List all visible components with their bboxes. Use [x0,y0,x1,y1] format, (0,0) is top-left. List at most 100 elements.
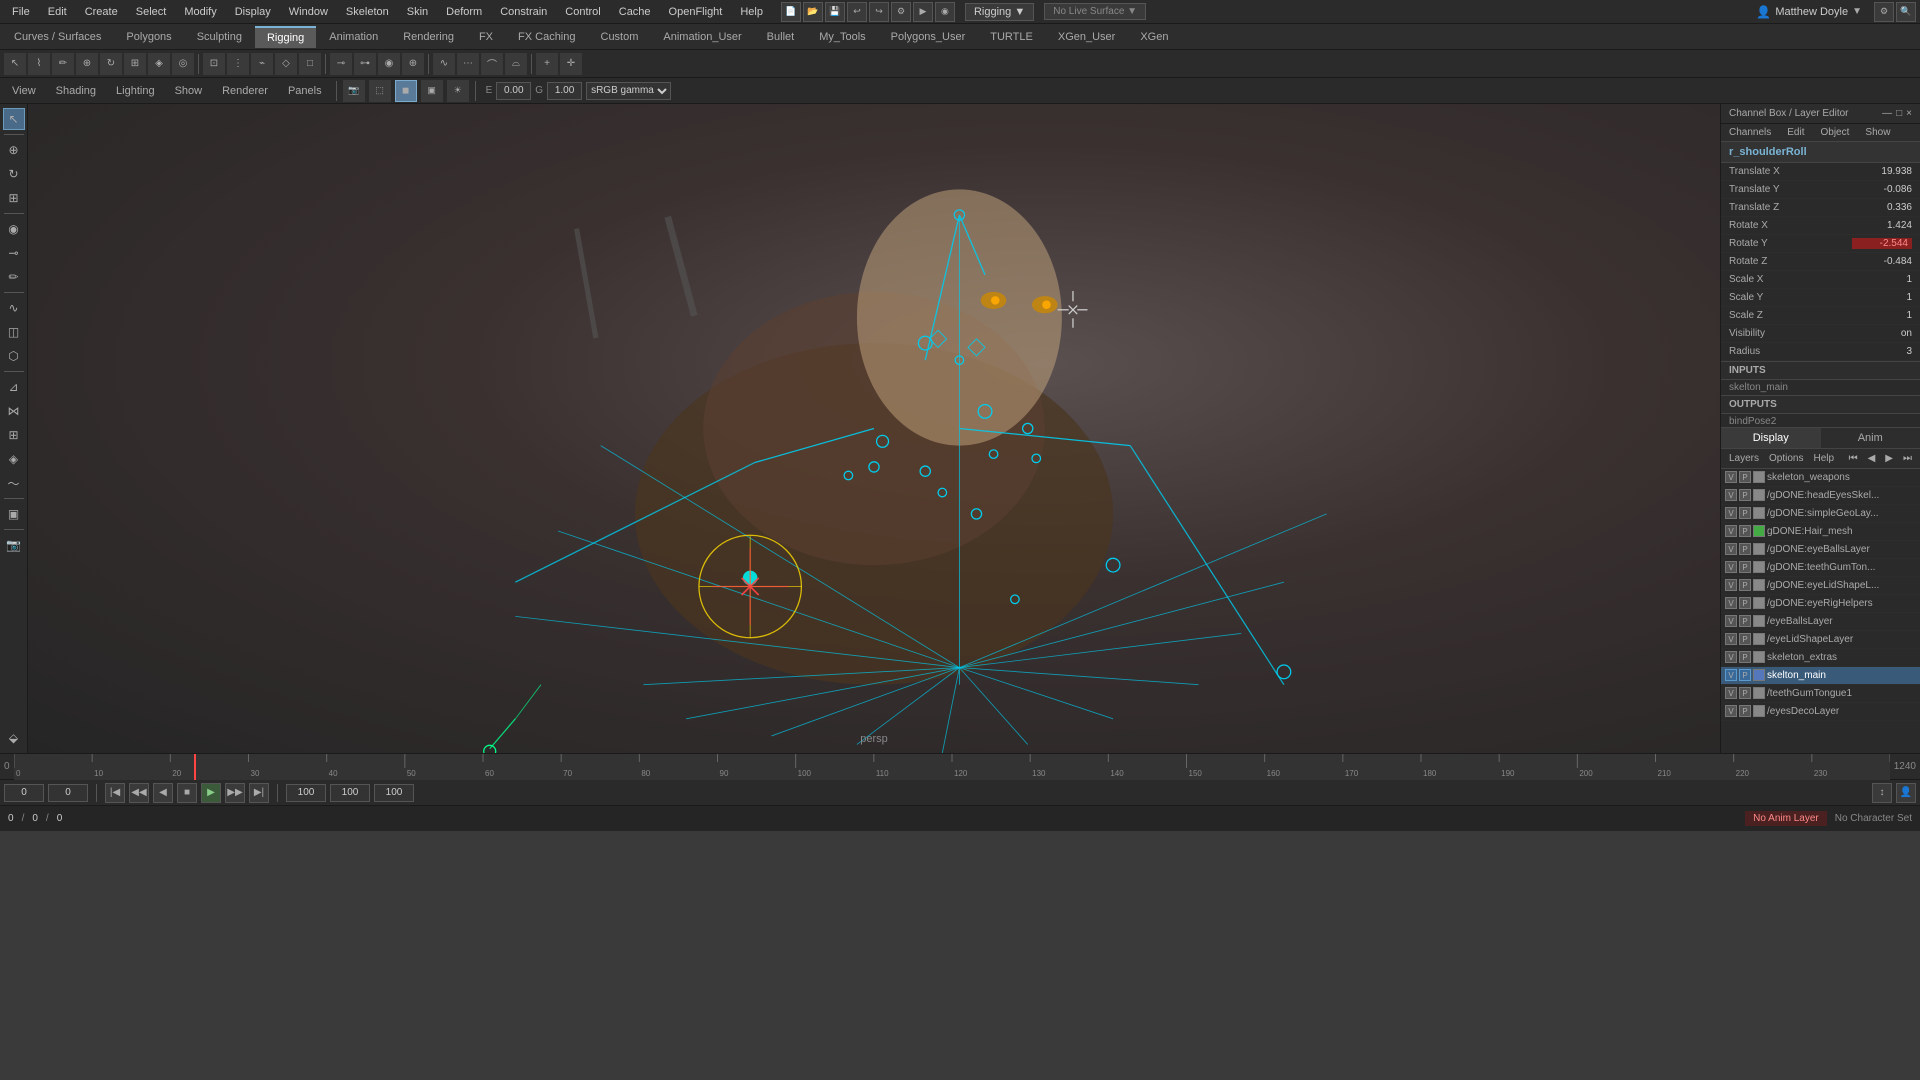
snap-curve[interactable]: ⌁ [251,53,273,75]
tab-polygons-user[interactable]: Polygons_User [879,27,978,47]
vp-renderer[interactable]: Renderer [214,83,276,99]
layer-v-btn-1[interactable]: V [1725,489,1737,501]
uv-icon[interactable]: ⬙ [3,727,25,749]
char-set-icon[interactable]: 👤 [1896,783,1916,803]
insert-joint[interactable]: ⊕ [402,53,424,75]
layer-name-5[interactable]: /gDONE:teethGumTon... [1767,562,1916,573]
layer-eyes-deco[interactable]: V P /eyesDecoLayer [1721,703,1920,721]
paint-tool[interactable]: ✏ [52,53,74,75]
status-char-set[interactable]: No Character Set [1835,813,1912,824]
tab-fx-caching[interactable]: FX Caching [506,27,587,47]
soft-mod[interactable]: ◎ [172,53,194,75]
menu-deform[interactable]: Deform [438,4,490,20]
tab-xgen-user[interactable]: XGen_User [1046,27,1127,47]
stop-btn[interactable]: ■ [177,783,197,803]
layer-nav-first[interactable]: ⏮ [1845,451,1862,466]
status-anim-layer[interactable]: No Anim Layer [1745,811,1827,826]
live-surface-btn[interactable]: No Live Surface ▼ [1044,3,1146,20]
step-back-btn[interactable]: ◀◀ [129,783,149,803]
goto-end-btn[interactable]: ▶| [249,783,269,803]
vp-lighting[interactable]: Lighting [108,83,163,99]
layer-p-btn-11[interactable]: P [1739,669,1751,681]
settings-icon[interactable]: ⚙ [1874,2,1894,22]
cb-tab-edit[interactable]: Edit [1779,124,1812,141]
undo-icon[interactable]: ↩ [847,2,867,22]
user-dropdown-icon[interactable]: ▼ [1852,6,1862,17]
workspace-dropdown[interactable]: Rigging ▼ [965,3,1034,21]
layer-p-btn-10[interactable]: P [1739,651,1751,663]
attr-scale-z[interactable]: Scale Z 1 [1721,307,1920,325]
save-scene-icon[interactable]: 💾 [825,2,845,22]
tab-my-tools[interactable]: My_Tools [807,27,877,47]
vp-camera-icon[interactable]: 📷 [343,80,365,102]
cluster-icon[interactable]: ◈ [3,448,25,470]
layer-p-btn-8[interactable]: P [1739,615,1751,627]
layer-v-btn-5[interactable]: V [1725,561,1737,573]
ik-mode-icon[interactable]: ⊸ [3,242,25,264]
tab-sculpting[interactable]: Sculpting [185,27,254,47]
layer-nav-prev[interactable]: ◀ [1864,451,1880,466]
ipr-icon[interactable]: ◉ [935,2,955,22]
plus-icon[interactable]: + [536,53,558,75]
scale-mode-icon[interactable]: ⊞ [3,187,25,209]
scale-tool[interactable]: ⊞ [124,53,146,75]
layer-v-btn-10[interactable]: V [1725,651,1737,663]
layer-name-12[interactable]: /teethGumTongue1 [1767,688,1916,699]
attr-translate-z[interactable]: Translate Z 0.336 [1721,199,1920,217]
show-manip[interactable]: ⊡ [203,53,225,75]
help-btn[interactable]: Help [1809,451,1838,466]
snap-grid[interactable]: ⋮ [227,53,249,75]
goto-start-btn[interactable]: |◀ [105,783,125,803]
layer-p-btn-3[interactable]: P [1739,525,1751,537]
move-tool[interactable]: ⊕ [76,53,98,75]
vp-panels[interactable]: Panels [280,83,330,99]
layer-skelton-main[interactable]: V P skelton_main [1721,667,1920,685]
layer-p-btn-5[interactable]: P [1739,561,1751,573]
layer-simple-geo[interactable]: V P /gDONE:simpleGeoLay... [1721,505,1920,523]
tab-rigging[interactable]: Rigging [255,26,316,48]
new-scene-icon[interactable]: 📄 [781,2,801,22]
menu-select[interactable]: Select [128,4,175,20]
blend-shape-icon[interactable]: ⊿ [3,376,25,398]
layer-name-11[interactable]: skelton_main [1767,670,1916,681]
rotate-tool[interactable]: ↻ [100,53,122,75]
menu-openflight[interactable]: OpenFlight [661,4,731,20]
layer-v-btn-13[interactable]: V [1725,705,1737,717]
lattice-icon[interactable]: ⊞ [3,424,25,446]
layer-v-btn-9[interactable]: V [1725,633,1737,645]
attr-rotate-z[interactable]: Rotate Z -0.484 [1721,253,1920,271]
layer-v-btn-7[interactable]: V [1725,597,1737,609]
paint-skin-icon[interactable]: ✏ [3,266,25,288]
tab-animation[interactable]: Animation [317,27,390,47]
layer-teeth-gum-tongue[interactable]: V P /teethGumTongue1 [1721,685,1920,703]
ik-handle[interactable]: ⊸ [330,53,352,75]
layer-p-btn-2[interactable]: P [1739,507,1751,519]
tab-rendering[interactable]: Rendering [391,27,466,47]
layer-eyeballs-layer[interactable]: V P /eyeBallsLayer [1721,613,1920,631]
gain-input[interactable] [547,82,582,100]
vp-light-icon[interactable]: ☀ [447,80,469,102]
layer-name-8[interactable]: /eyeBallsLayer [1767,616,1916,627]
curve-mode-icon[interactable]: ∿ [3,297,25,319]
menu-cache[interactable]: Cache [611,4,659,20]
tab-xgen[interactable]: XGen [1128,27,1180,47]
bezier[interactable]: ⌒ [481,53,503,75]
select-mode-icon[interactable]: ↖ [3,108,25,130]
menu-skin[interactable]: Skin [399,4,436,20]
deformer-icon[interactable]: ⋈ [3,400,25,422]
menu-control[interactable]: Control [557,4,608,20]
gamma-select[interactable]: sRGB gamma [586,82,671,100]
layer-eyelid-shape-layer[interactable]: V P /eyeLidShapeLayer [1721,631,1920,649]
menu-display[interactable]: Display [227,4,279,20]
joint-tool[interactable]: ◉ [378,53,400,75]
attr-rotate-x[interactable]: Rotate X 1.424 [1721,217,1920,235]
layer-p-btn-9[interactable]: P [1739,633,1751,645]
attr-rotate-y[interactable]: Rotate Y -2.544 [1721,235,1920,253]
tab-polygons[interactable]: Polygons [114,27,183,47]
tab-animation-user[interactable]: Animation_User [651,27,753,47]
right-panel-minimize[interactable]: — [1882,108,1892,119]
wire-icon[interactable]: 〜 [3,472,25,494]
timeline-ruler[interactable]: // This will be populated by JS below 01… [14,754,1890,780]
anim-tab[interactable]: Anim [1821,428,1920,448]
menu-edit[interactable]: Edit [40,4,75,20]
